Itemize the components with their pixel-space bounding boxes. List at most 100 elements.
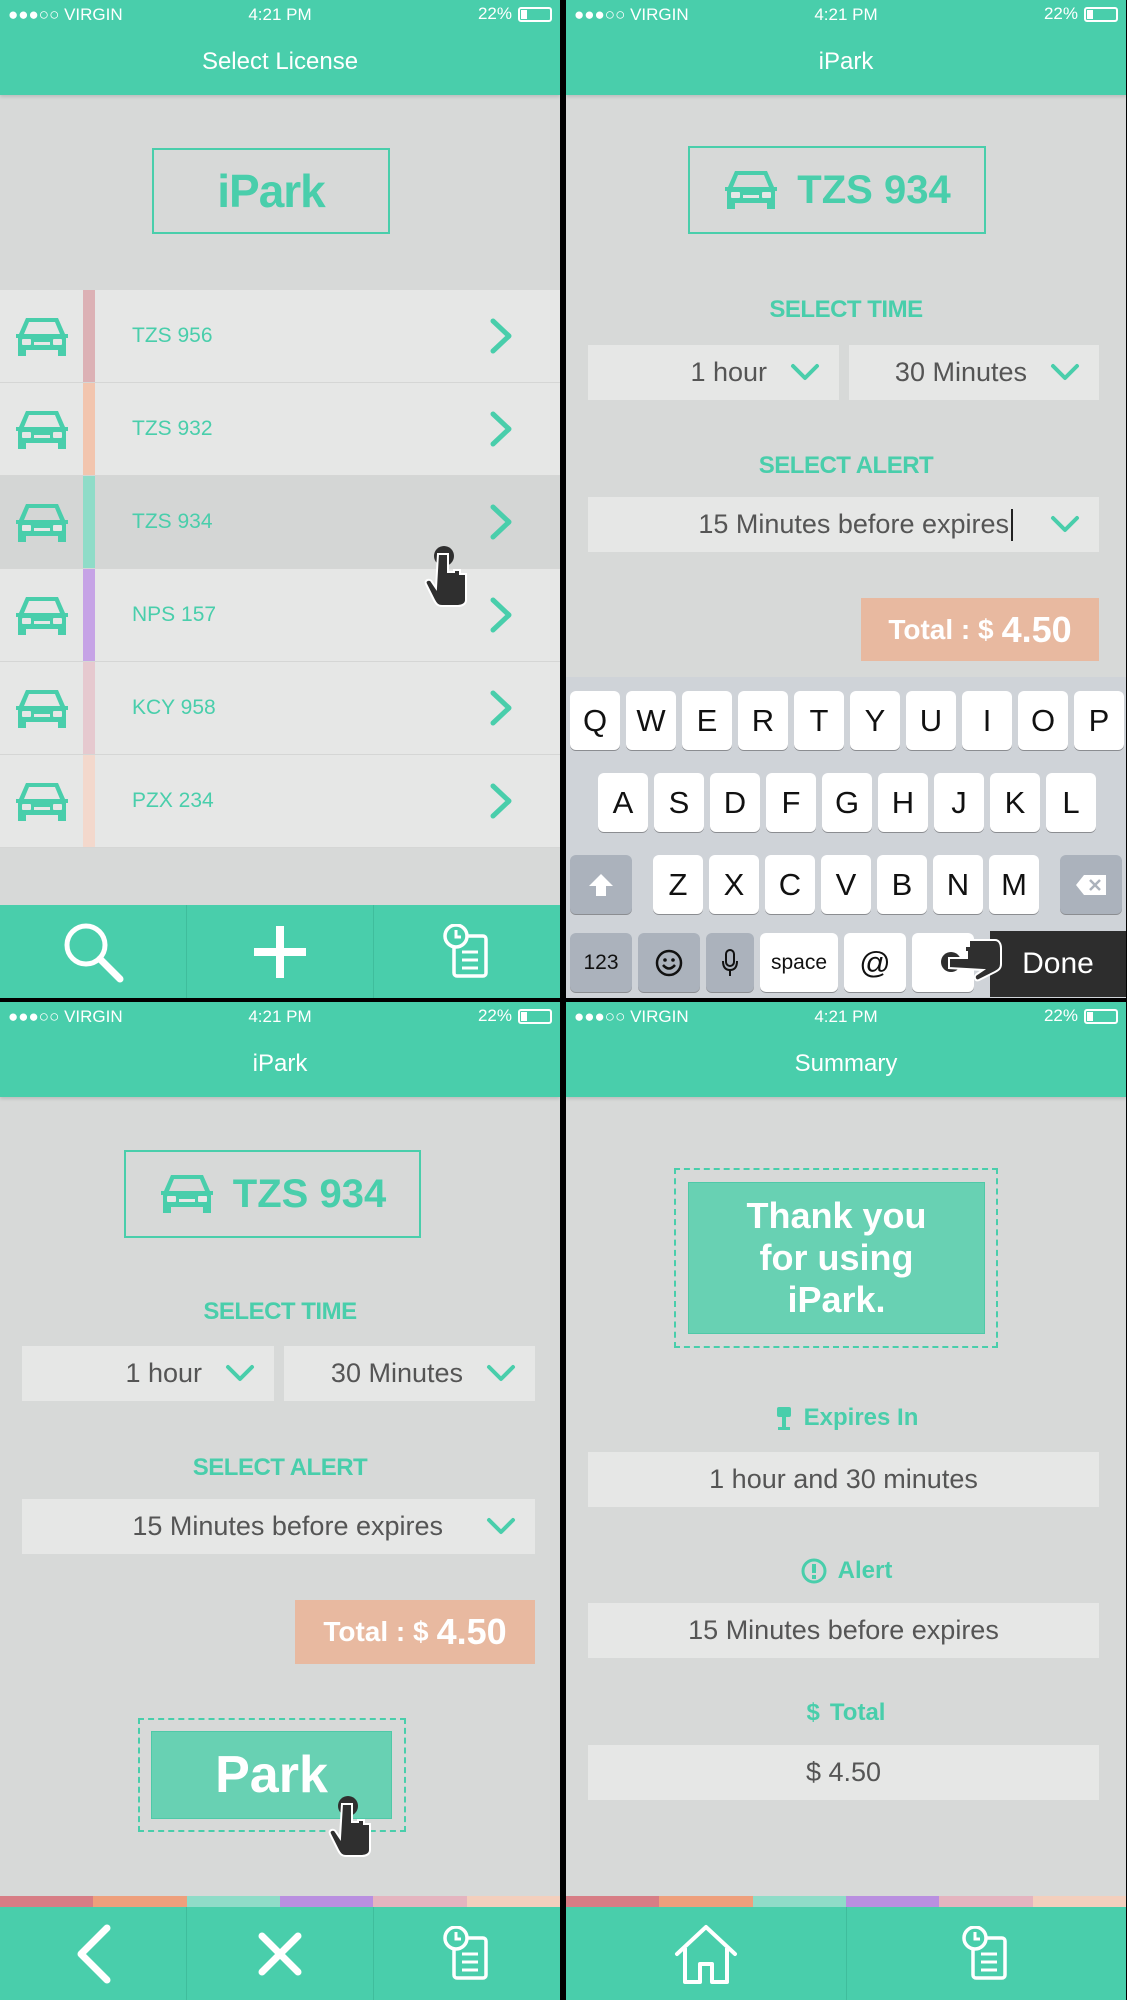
select-alert-label: SELECT ALERT <box>758 452 934 479</box>
key-c[interactable]: C <box>765 855 815 914</box>
hours-value: 1 hour <box>125 1358 202 1388</box>
select-time-label: SELECT TIME <box>203 1298 357 1325</box>
key-f[interactable]: F <box>766 773 816 832</box>
vehicle-row[interactable]: KCY 958 <box>0 662 560 755</box>
history-icon <box>961 1926 1011 1982</box>
at-key[interactable]: @ <box>844 933 906 992</box>
select-time-label: SELECT TIME <box>769 296 923 323</box>
history-tab[interactable] <box>847 1907 1127 2000</box>
battery-percent: 22% <box>1043 1006 1078 1025</box>
key-d[interactable]: D <box>710 773 760 832</box>
key-r[interactable]: R <box>738 691 788 750</box>
key-u[interactable]: U <box>906 691 956 750</box>
key-h[interactable]: H <box>878 773 928 832</box>
selected-plate-box: TZS 934 <box>688 146 986 234</box>
chevron-right-icon <box>488 688 514 728</box>
text-cursor <box>1011 508 1013 541</box>
car-icon <box>14 684 70 734</box>
key-g[interactable]: G <box>822 773 872 832</box>
key-m[interactable]: M <box>989 855 1039 914</box>
key-p[interactable]: P <box>1074 691 1124 750</box>
battery-percent: 22% <box>477 4 512 23</box>
history-icon <box>442 1926 492 1982</box>
nav-bar: ●●●○○ VIRGIN 4:21 PM 22% iPark <box>566 0 1126 95</box>
key-q[interactable]: Q <box>570 691 620 750</box>
key-z[interactable]: Z <box>653 855 703 914</box>
backspace-key[interactable] <box>1060 855 1122 914</box>
hours-dropdown[interactable]: 1 hour <box>588 345 839 400</box>
done-key[interactable]: Done <box>990 931 1126 997</box>
key-a[interactable]: A <box>598 773 648 832</box>
vehicle-row[interactable]: NPS 157 <box>0 569 560 662</box>
vehicle-list: TZS 956 TZS 932 TZS 934 NPS 157 KCY 958 PZX 2… <box>0 290 560 848</box>
history-tab[interactable] <box>374 1907 560 2000</box>
key-k[interactable]: K <box>990 773 1040 832</box>
battery-icon <box>1084 1008 1118 1024</box>
key-t[interactable]: T <box>794 691 844 750</box>
chevron-right-icon <box>488 409 514 449</box>
key-v[interactable]: V <box>821 855 871 914</box>
alert-field[interactable]: 15 Minutes before expires <box>588 497 1099 552</box>
car-icon <box>723 165 779 215</box>
key-e[interactable]: E <box>682 691 732 750</box>
chevron-down-icon <box>485 1515 517 1537</box>
dollar-icon: $ <box>806 1699 820 1726</box>
tap-hand-icon <box>328 1792 376 1858</box>
minutes-dropdown[interactable]: 30 Minutes <box>849 345 1099 400</box>
key-y[interactable]: Y <box>850 691 900 750</box>
key-i[interactable]: I <box>962 691 1012 750</box>
clock: 4:21 PM <box>814 5 878 24</box>
microphone-icon <box>722 948 738 976</box>
vehicle-row[interactable]: PZX 234 <box>0 755 560 848</box>
car-icon <box>14 498 70 548</box>
chevron-right-icon <box>488 781 514 821</box>
total-value: $ 4.50 <box>588 1745 1099 1800</box>
hours-dropdown[interactable]: 1 hour <box>22 1346 274 1401</box>
vehicle-row[interactable]: TZS 932 <box>0 383 560 476</box>
search-tab[interactable] <box>0 905 187 998</box>
space-key[interactable]: space <box>760 933 838 992</box>
add-vehicle-tab[interactable] <box>187 905 374 998</box>
color-tag <box>83 662 95 754</box>
key-j[interactable]: J <box>934 773 984 832</box>
thanks-line-3: iPark. <box>787 1279 886 1320</box>
thanks-line-2: for using <box>759 1237 914 1278</box>
key-s[interactable]: S <box>654 773 704 832</box>
clock: 4:21 PM <box>248 1007 312 1026</box>
expires-label: Expires In <box>566 1404 1126 1432</box>
emoji-key[interactable] <box>638 933 700 992</box>
home-tab[interactable] <box>566 1907 847 2000</box>
key-x[interactable]: X <box>709 855 759 914</box>
history-tab[interactable] <box>374 905 560 998</box>
total-amount: 4.50 <box>436 1611 507 1652</box>
shift-key[interactable] <box>570 855 632 914</box>
vehicle-row[interactable]: TZS 934 <box>0 476 560 569</box>
cancel-tab[interactable] <box>187 1907 374 2000</box>
battery-icon <box>518 1008 552 1024</box>
key-n[interactable]: N <box>933 855 983 914</box>
numbers-key[interactable]: 123 <box>570 933 632 992</box>
microphone-key[interactable] <box>706 933 754 992</box>
thank-you-message: Thank you for using iPark. <box>688 1182 985 1334</box>
alert-dropdown[interactable]: 15 Minutes before expires <box>22 1499 535 1554</box>
battery-percent: 22% <box>477 1006 512 1025</box>
battery-icon <box>518 6 552 22</box>
battery-icon <box>1084 6 1118 22</box>
key-o[interactable]: O <box>1018 691 1068 750</box>
key-l[interactable]: L <box>1046 773 1096 832</box>
key-w[interactable]: W <box>626 691 676 750</box>
back-tab[interactable] <box>0 1907 187 2000</box>
status-bar: ●●●○○ VIRGIN 4:21 PM 22% <box>0 1002 560 1032</box>
alert-value: 15 Minutes before expires <box>132 1511 443 1541</box>
home-icon <box>674 1924 737 1984</box>
minutes-dropdown[interactable]: 30 Minutes <box>284 1346 535 1401</box>
battery-percent: 22% <box>1043 4 1078 23</box>
car-icon <box>14 405 70 455</box>
key-b[interactable]: B <box>877 855 927 914</box>
vehicle-row[interactable]: TZS 956 <box>0 290 560 383</box>
chevron-right-icon <box>488 316 514 356</box>
onscreen-keyboard: 123 space @ Done QWERTYUIOP ASDFGHJKL ZXCV… <box>566 677 1126 998</box>
chevron-down-icon <box>485 1362 517 1384</box>
alert-value: 15 Minutes before expires <box>698 509 1009 539</box>
select-time-keyboard-screen: ●●●○○ VIRGIN 4:21 PM 22% iPark TZS 934 S… <box>566 0 1126 998</box>
